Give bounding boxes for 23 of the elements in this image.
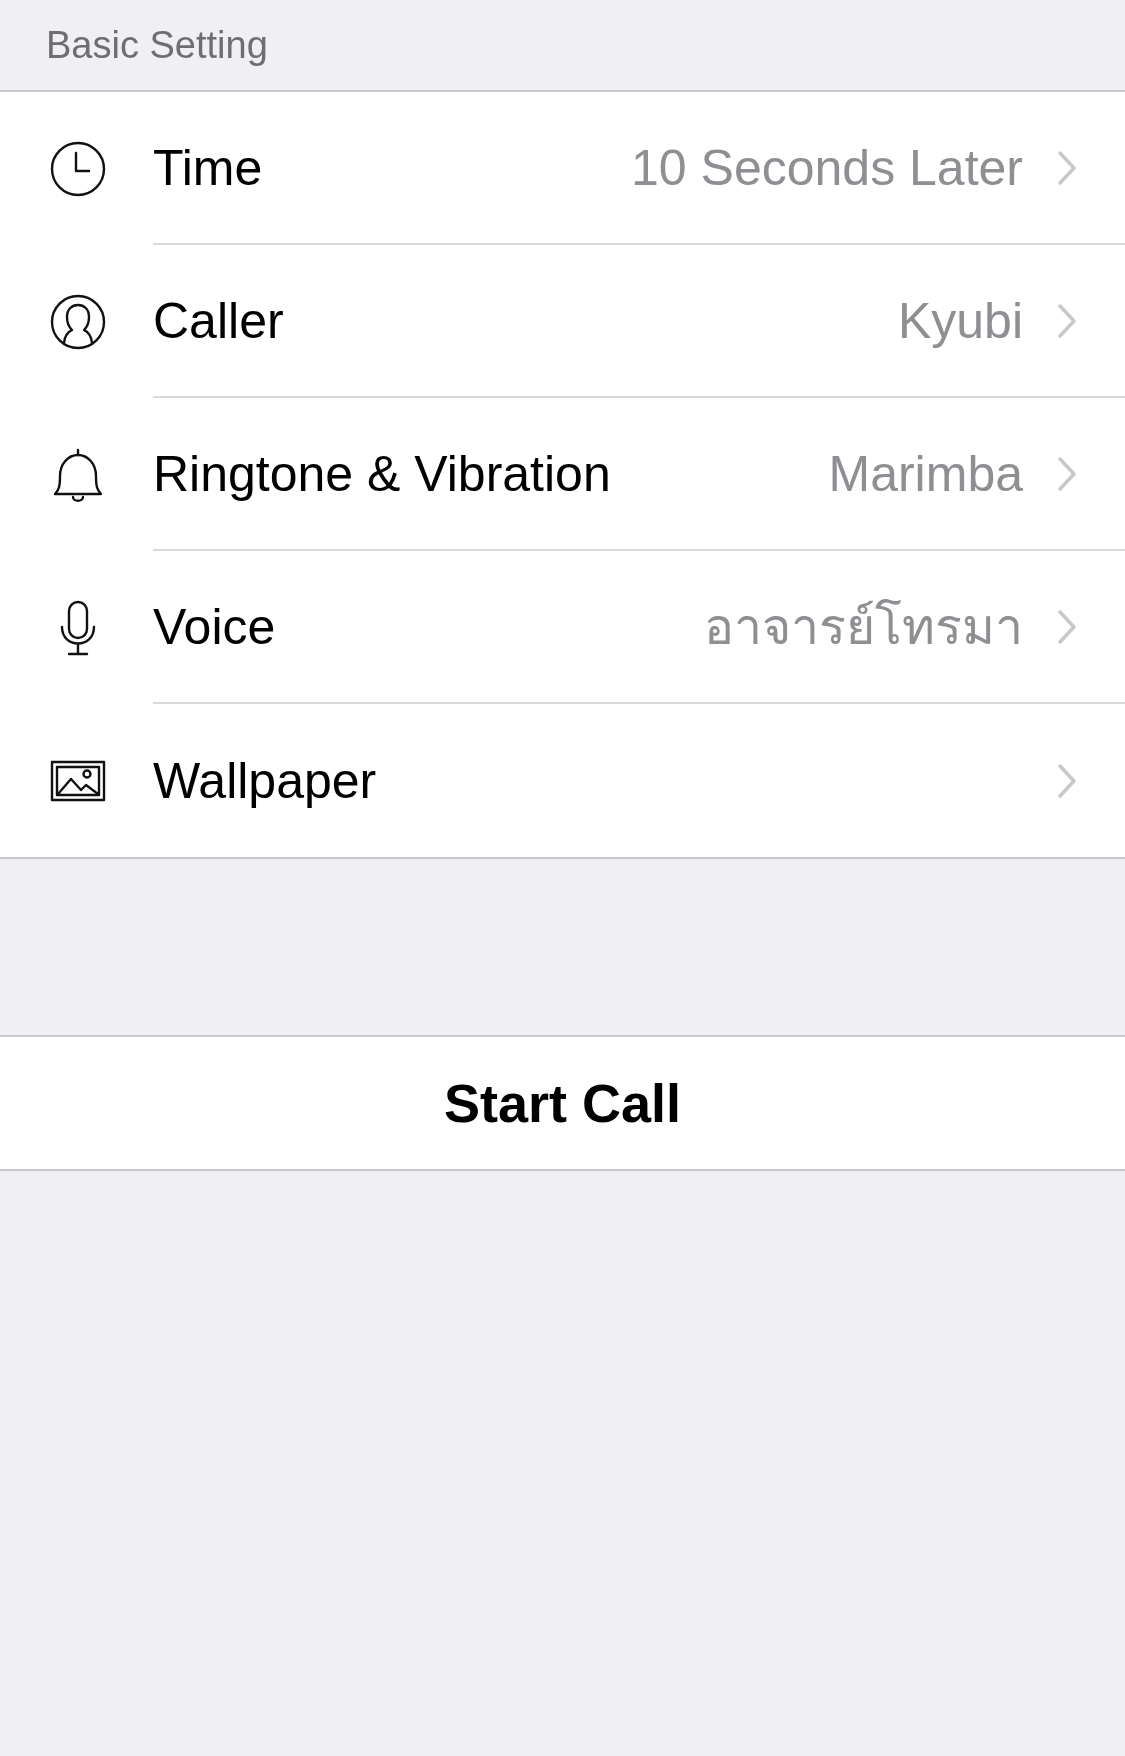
settings-row[interactable]: Caller Kyubi [0,245,1125,398]
row-value: Marimba [828,444,1023,503]
row-value: Kyubi [897,291,1023,350]
settings-row[interactable]: Ringtone & Vibration Marimba [0,398,1125,551]
row-label: Wallpaper [153,751,377,810]
row-label: Voice [153,597,276,656]
settings-row[interactable]: Time 10 Seconds Later [0,92,1125,245]
chevron-icon [1056,762,1078,799]
chevron-icon [1056,149,1078,186]
row-value: อาจารย์โทรมา [704,598,1023,657]
chevron-icon [1056,608,1078,645]
row-label: Time [153,138,263,197]
section-header: Basic Setting [46,23,268,67]
start-call-button[interactable]: Start Call [0,1035,1125,1171]
clock-icon [49,139,107,198]
settings-row[interactable]: Wallpaper [0,704,1125,857]
row-label: Ringtone & Vibration [153,444,611,503]
person-icon [49,292,107,351]
chevron-icon [1056,302,1078,339]
row-label: Caller [153,291,284,350]
row-value: 10 Seconds Later [631,138,1023,197]
settings-row[interactable]: Voice อาจารย์โทรมา [0,551,1125,704]
chevron-icon [1056,455,1078,492]
